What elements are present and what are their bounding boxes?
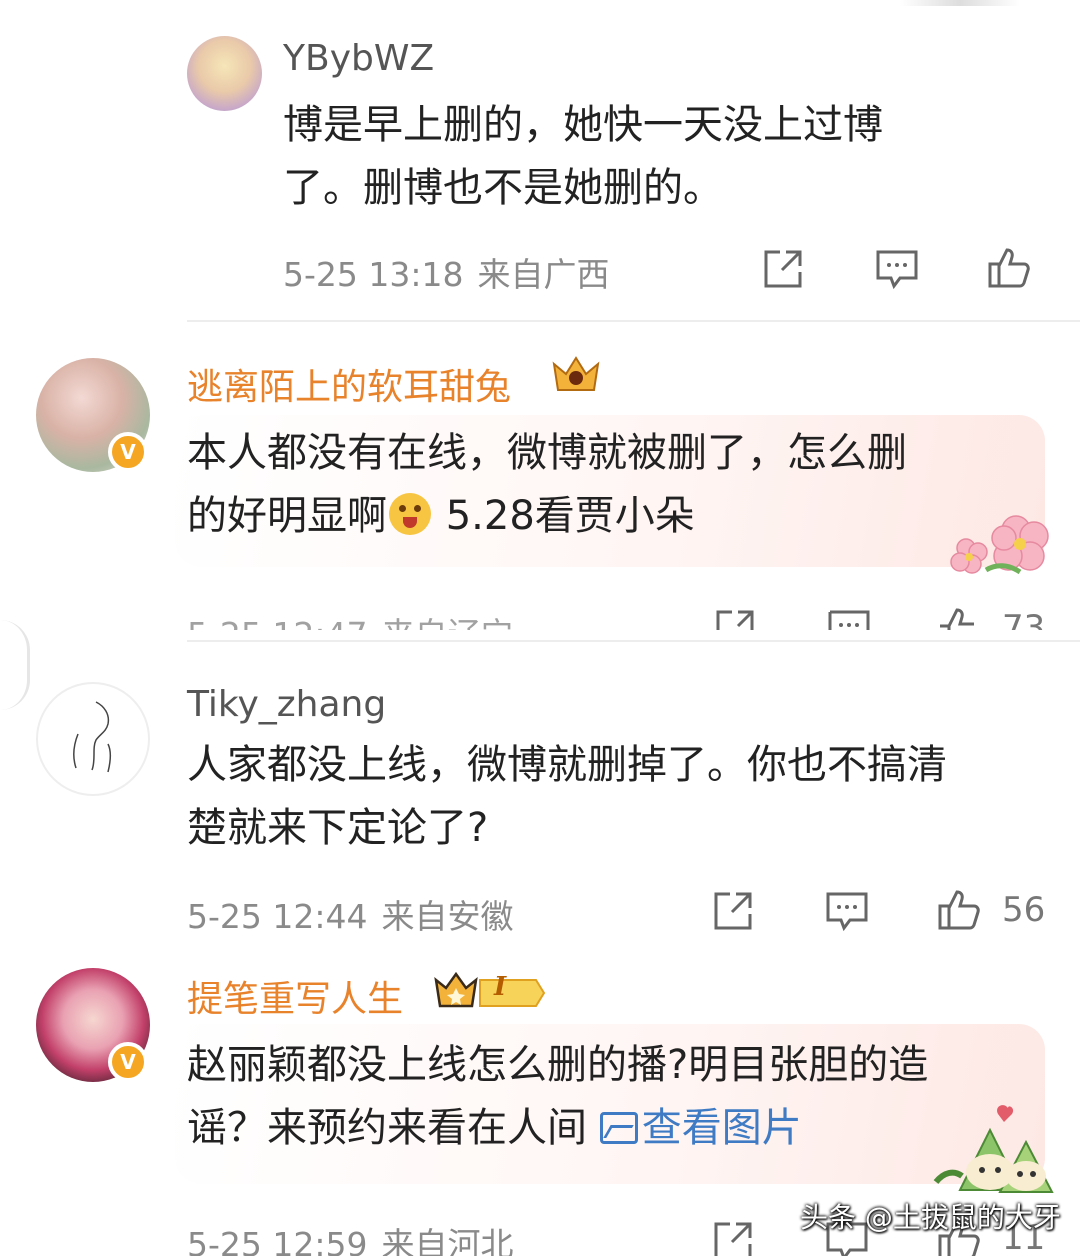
comment-text: 赵丽颖都没上线怎么删的播?明目张胆的造 谣？来预约来看在人间 查看图片: [187, 1042, 929, 1151]
vip-crown-icon: [434, 971, 546, 1008]
like-count: 56: [1002, 890, 1046, 930]
view-image-link[interactable]: 查看图片: [599, 1105, 802, 1151]
comment-icon[interactable]: [826, 608, 872, 630]
verified-badge: V: [108, 1042, 148, 1082]
verified-badge: V: [108, 432, 148, 472]
avatar[interactable]: [187, 36, 262, 111]
comment-text: 本人都没有在线，微博就被删了，怎么删 的好明显啊 5.28看贾小朵: [187, 430, 907, 539]
comment-date: 5-25 12:44: [187, 897, 368, 936]
share-icon[interactable]: [712, 608, 758, 630]
comment-item: YBybWZ 博是早上删的，她快一天没上过博 了。删博也不是她删的。 5-25 …: [0, 0, 1080, 322]
comment-meta: 5-25 12:47 来自辽宁: [187, 608, 514, 630]
comment-date: 5-25 12:47: [187, 615, 368, 630]
username[interactable]: YBybWZ: [283, 38, 434, 79]
line-art-icon: [73, 701, 112, 773]
comment-date: 5-25 13:18: [283, 255, 464, 294]
like-icon[interactable]: [986, 244, 1032, 290]
avatar[interactable]: [36, 682, 150, 796]
username[interactable]: Tiky_zhang: [187, 684, 386, 725]
comment-source: 来自河北: [381, 1225, 514, 1256]
crown-icon: [552, 356, 600, 391]
comment-source: 来自广西: [477, 255, 610, 294]
comment-item: Tiky_zhang 人家都没上线，微博就删掉了。你也不搞清 楚就来下定论了? …: [0, 642, 1080, 942]
zongzi-sticker-icon: [933, 1105, 1054, 1193]
image-icon: [599, 1112, 638, 1144]
comment-text: 博是早上删的，她快一天没上过博 了。删博也不是她删的。: [283, 102, 883, 211]
like-icon[interactable]: [936, 886, 982, 932]
comment-meta: 5-25 12:44 来自安徽: [187, 890, 514, 938]
username[interactable]: 逃离陌上的软耳甜兔: [187, 358, 511, 410]
vip-level: I: [494, 972, 507, 1002]
share-icon[interactable]: [710, 888, 756, 934]
comment-source: 来自安徽: [381, 897, 514, 936]
comment-icon[interactable]: [824, 888, 870, 934]
username[interactable]: 提笔重写人生: [187, 970, 403, 1022]
surprised-emoji-icon: [389, 493, 431, 535]
comment-icon[interactable]: [874, 246, 920, 292]
comment-text: 人家都没上线，微博就删掉了。你也不搞清 楚就来下定论了?: [187, 742, 947, 851]
comment-item: V 逃离陌上的软耳甜兔 本人都没有在线，微博就被删了，怎么删 的好明显啊 5.2…: [0, 322, 1080, 642]
like-count: 73: [1002, 608, 1046, 630]
share-icon[interactable]: [710, 1218, 756, 1256]
watermark: 头条 @土拔鼠的大牙: [800, 1201, 1061, 1234]
comment-meta: 5-25 13:18 来自广西: [283, 248, 610, 296]
comment-source: 来自辽宁: [382, 615, 514, 630]
comment-meta: 5-25 12:59 来自河北: [187, 1218, 514, 1256]
like-icon[interactable]: [936, 604, 982, 630]
comment-date: 5-25 12:59: [187, 1225, 368, 1256]
flower-sticker-icon: [950, 515, 1049, 575]
share-icon[interactable]: [760, 246, 806, 292]
